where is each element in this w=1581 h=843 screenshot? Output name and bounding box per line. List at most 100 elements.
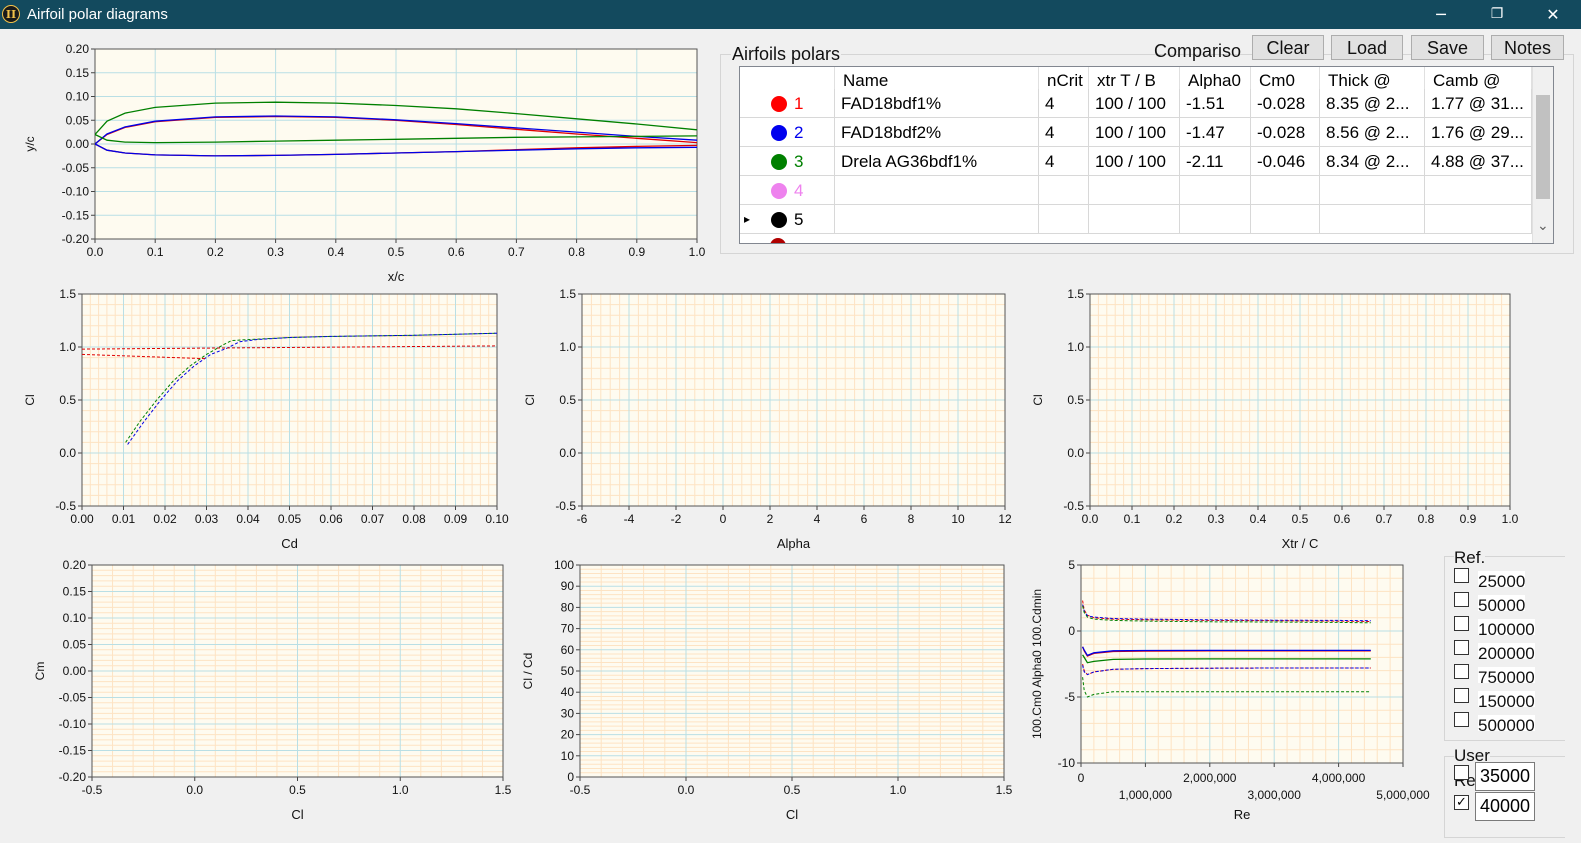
col-xtr[interactable]: xtr T / B: [1089, 67, 1180, 89]
polars-table[interactable]: Name nCrit xtr T / B Alpha0 Cm0 Thick @ …: [739, 66, 1554, 244]
cell-camb[interactable]: 4.88 @ 37...: [1425, 147, 1532, 176]
cell-camb[interactable]: 1.76 @ 29...: [1425, 118, 1532, 147]
cell-thick[interactable]: 8.34 @ 2...: [1320, 147, 1425, 176]
cell-name[interactable]: Drela AG36bdf1%: [835, 147, 1039, 176]
cell-camb[interactable]: [1425, 176, 1532, 205]
cell-thick[interactable]: [1320, 176, 1425, 205]
row-header[interactable]: ▸ 5: [740, 205, 835, 234]
row-header[interactable]: 2: [740, 118, 835, 147]
ref-re-checkbox[interactable]: [1454, 640, 1469, 655]
row-header[interactable]: 3: [740, 147, 835, 176]
table-row[interactable]: 1 FAD18bdf1% 4 100 / 100 -1.51 -0.028 8.35 @ 2…: [740, 89, 1532, 118]
x-tick-label: 0.7: [1376, 512, 1393, 526]
row-header[interactable]: 4: [740, 176, 835, 205]
cell-ncrit[interactable]: 4: [1039, 147, 1089, 176]
cell-name[interactable]: FAD18bdf2%: [835, 118, 1039, 147]
cell-cm0[interactable]: -0.028: [1251, 118, 1320, 147]
cell-thick[interactable]: 8.35 @ 2...: [1320, 89, 1425, 118]
user-re-input-1[interactable]: 35000: [1475, 762, 1535, 791]
cell-camb[interactable]: [1425, 205, 1532, 234]
cell-xtr[interactable]: 100 / 100: [1089, 89, 1180, 118]
x-tick-label: 0.5: [784, 783, 801, 797]
cell-alpha0[interactable]: -1.51: [1180, 89, 1251, 118]
cell-name[interactable]: [835, 205, 1039, 234]
scrollbar-thumb[interactable]: [1536, 95, 1550, 199]
user-re-checkbox-2[interactable]: ✓: [1454, 795, 1469, 810]
table-row[interactable]: 3 Drela AG36bdf1% 4 100 / 100 -2.11 -0.046 8.3…: [740, 147, 1532, 176]
cell-ncrit[interactable]: 4: [1039, 89, 1089, 118]
ref-re-label: 150000: [1478, 691, 1535, 707]
cell-alpha0[interactable]: -1.47: [1180, 118, 1251, 147]
ref-re-checkbox[interactable]: [1454, 688, 1469, 703]
notes-button[interactable]: Notes: [1491, 35, 1564, 60]
x-tick-label: 8: [908, 512, 915, 526]
y-tick-label: 10: [561, 749, 575, 763]
ref-re-checkbox[interactable]: [1454, 664, 1469, 679]
vertical-scrollbar[interactable]: ⌄: [1532, 67, 1553, 243]
plot-area: [1081, 565, 1403, 763]
table-row[interactable]: ▸ 5: [740, 205, 1532, 234]
ref-re-label: 200000: [1478, 643, 1535, 659]
x-tick-label: 0.1: [147, 245, 164, 259]
save-button[interactable]: Save: [1411, 35, 1484, 60]
col-cm0[interactable]: Cm0: [1251, 67, 1320, 89]
x-axis-label: Alpha: [777, 536, 811, 551]
row-header[interactable]: 1: [740, 89, 835, 118]
cell-xtr[interactable]: 100 / 100: [1089, 147, 1180, 176]
x-tick-label: -6: [577, 512, 588, 526]
series-color-dot: [771, 125, 787, 141]
ref-re-checkbox[interactable]: [1454, 568, 1469, 583]
y-tick-label: -0.05: [62, 161, 90, 175]
x-tick-label: 0.0: [678, 783, 695, 797]
col-thick[interactable]: Thick @: [1320, 67, 1425, 89]
ref-re-checkbox[interactable]: [1454, 592, 1469, 607]
ref-re-checkbox[interactable]: [1454, 712, 1469, 727]
y-tick-label: 80: [561, 600, 575, 614]
cell-cm0[interactable]: [1251, 205, 1320, 234]
scroll-down-icon[interactable]: ⌄: [1537, 217, 1549, 234]
col-alpha0[interactable]: Alpha0: [1180, 67, 1251, 89]
y-tick-label: 30: [561, 706, 575, 720]
cell-alpha0[interactable]: -2.11: [1180, 147, 1251, 176]
x-tick-label: 3,000,000: [1248, 788, 1302, 802]
y-tick-label: 0.10: [66, 90, 90, 104]
ref-re-checkbox[interactable]: [1454, 616, 1469, 631]
x-tick-label: 0: [720, 512, 727, 526]
user-re-checkbox-1[interactable]: [1454, 765, 1469, 780]
x-tick-label: 0.1: [1124, 512, 1141, 526]
cell-ncrit[interactable]: 4: [1039, 118, 1089, 147]
chart-cm-cl: -0.5 0.0 0.5 1.0 1.5 -0.20 -0.15 -0.10 -0.05 0.00…: [33, 558, 512, 822]
y-tick-label: 1.0: [559, 340, 576, 354]
x-tick-label: 0.02: [153, 512, 177, 526]
cell-xtr[interactable]: 100 / 100: [1089, 118, 1180, 147]
cell-ncrit[interactable]: [1039, 176, 1089, 205]
cell-name[interactable]: [835, 176, 1039, 205]
cell-thick[interactable]: 8.56 @ 2...: [1320, 118, 1425, 147]
user-re-input-2[interactable]: 40000: [1475, 792, 1535, 821]
y-tick-label: 0.15: [66, 66, 90, 80]
cell-xtr[interactable]: [1089, 176, 1180, 205]
cell-cm0[interactable]: -0.046: [1251, 147, 1320, 176]
col-ncrit[interactable]: nCrit: [1039, 67, 1089, 89]
y-axis-label: Cl: [523, 394, 537, 405]
cell-cm0[interactable]: [1251, 176, 1320, 205]
cell-xtr[interactable]: [1089, 205, 1180, 234]
col-camb[interactable]: Camb @: [1425, 67, 1532, 89]
cell-cm0[interactable]: -0.028: [1251, 89, 1320, 118]
cell-name[interactable]: FAD18bdf1%: [835, 89, 1039, 118]
cell-alpha0[interactable]: [1180, 176, 1251, 205]
table-row[interactable]: 2 FAD18bdf2% 4 100 / 100 -1.47 -0.028 8.56 @ 2…: [740, 118, 1532, 147]
chart-cl-xtr: 0.0 0.1 0.2 0.3 0.4 0.5 0.6 0.7 0.8 0.9 1.0-0.50.0…: [1031, 287, 1519, 551]
table-row[interactable]: 4: [740, 176, 1532, 205]
x-tick-label: 1.0: [392, 783, 409, 797]
y-tick-label: 70: [561, 622, 575, 636]
y-tick-label: 60: [561, 643, 575, 657]
cell-alpha0[interactable]: [1180, 205, 1251, 234]
load-button[interactable]: Load: [1331, 35, 1403, 60]
cell-ncrit[interactable]: [1039, 205, 1089, 234]
clear-button[interactable]: Clear: [1252, 35, 1324, 60]
cell-thick[interactable]: [1320, 205, 1425, 234]
x-tick-label: 0.4: [327, 245, 344, 259]
cell-camb[interactable]: 1.77 @ 31...: [1425, 89, 1532, 118]
col-name[interactable]: Name: [835, 67, 1039, 89]
